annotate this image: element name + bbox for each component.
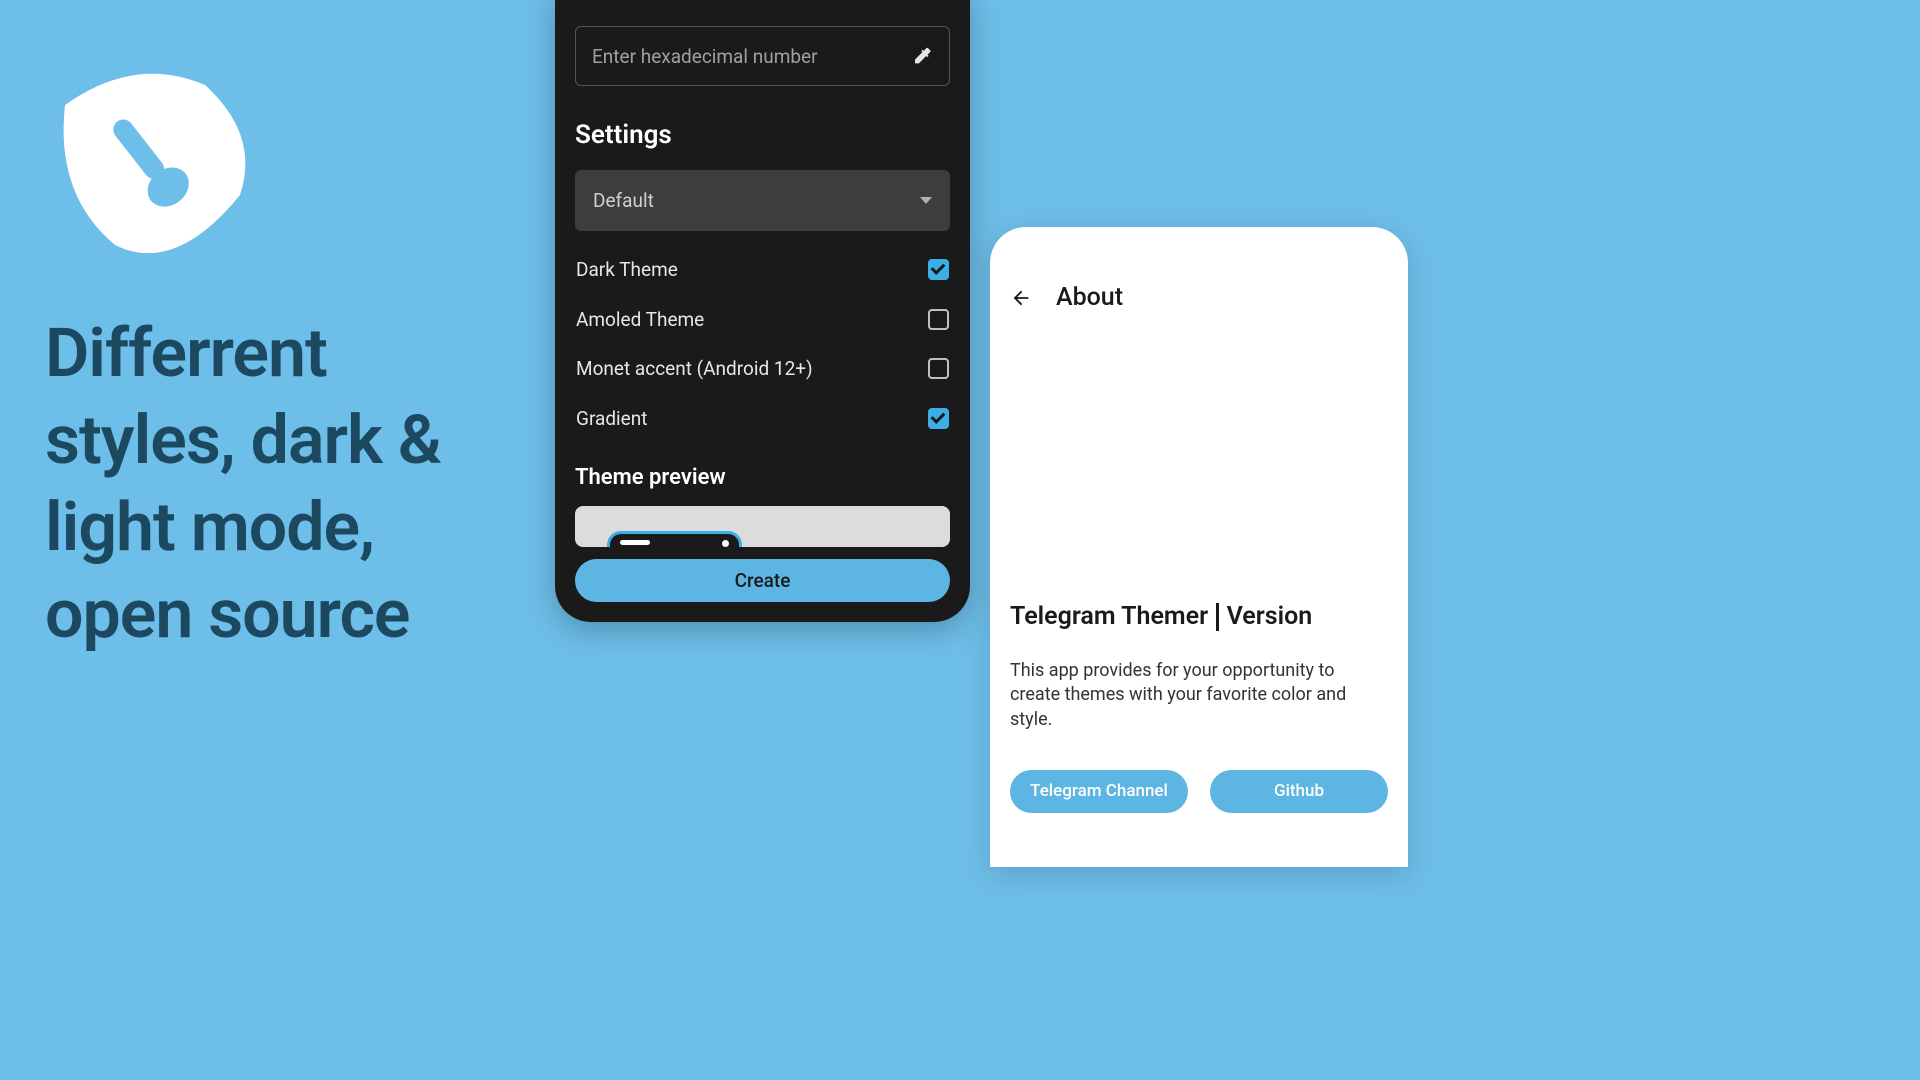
promo-tagline: Differrent styles, dark & light mode, op… xyxy=(45,310,525,658)
create-button-label: Create xyxy=(735,569,791,592)
option-row-gradient[interactable]: Gradient xyxy=(575,394,950,444)
option-label: Amoled Theme xyxy=(576,308,704,331)
button-label: Telegram Channel xyxy=(1030,781,1168,801)
checkbox-icon[interactable] xyxy=(928,309,949,330)
phone-mock-settings: Enter hexadecimal number Settings Defaul… xyxy=(555,0,970,622)
about-app-name: Telegram Themer xyxy=(1010,602,1208,631)
checkbox-checked-icon[interactable] xyxy=(928,408,949,429)
phone-mock-about: About Telegram Themer Version This app p… xyxy=(990,227,1408,867)
button-label: Github xyxy=(1274,781,1324,801)
chevron-down-icon xyxy=(920,197,932,204)
about-description: This app provides for your opportunity t… xyxy=(1010,659,1388,732)
about-app-name-row: Telegram Themer Version xyxy=(1010,602,1388,631)
settings-select[interactable]: Default xyxy=(575,170,950,230)
about-title: About xyxy=(1056,283,1123,312)
about-version-label: Version xyxy=(1227,602,1313,631)
settings-heading: Settings xyxy=(575,120,950,150)
create-button[interactable]: Create xyxy=(575,559,950,602)
hex-input[interactable]: Enter hexadecimal number xyxy=(575,26,950,86)
settings-select-value: Default xyxy=(593,189,654,212)
telegram-channel-button[interactable]: Telegram Channel xyxy=(1010,770,1188,813)
checkbox-icon[interactable] xyxy=(928,358,949,379)
option-row-dark-theme[interactable]: Dark Theme xyxy=(575,245,950,295)
eyedropper-icon[interactable] xyxy=(911,45,933,67)
hex-input-placeholder: Enter hexadecimal number xyxy=(592,45,818,68)
option-label: Dark Theme xyxy=(576,258,678,281)
back-arrow-icon[interactable] xyxy=(1010,287,1032,309)
app-logo xyxy=(45,65,257,260)
option-row-amoled-theme[interactable]: Amoled Theme xyxy=(575,294,950,344)
preview-phone-icon xyxy=(607,531,742,547)
option-label: Monet accent (Android 12+) xyxy=(576,357,813,380)
theme-preview xyxy=(575,506,950,547)
divider-icon xyxy=(1216,603,1219,631)
checkbox-checked-icon[interactable] xyxy=(928,259,949,280)
github-button[interactable]: Github xyxy=(1210,770,1388,813)
theme-preview-heading: Theme preview xyxy=(575,465,950,490)
option-label: Gradient xyxy=(576,407,647,430)
option-row-monet-accent[interactable]: Monet accent (Android 12+) xyxy=(575,344,950,394)
